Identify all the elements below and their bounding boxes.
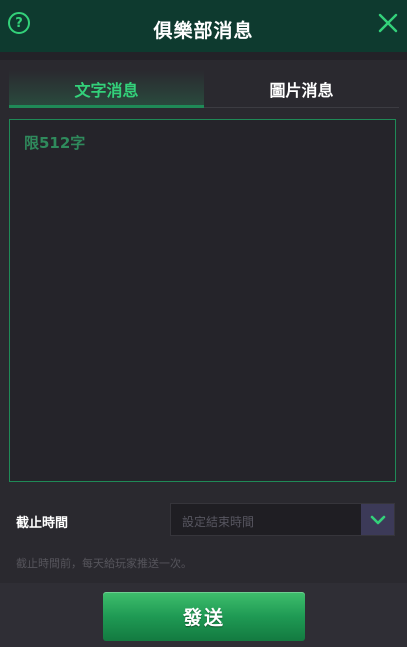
message-textarea[interactable]: 限512字 — [9, 119, 396, 482]
tab-image-message[interactable]: 圖片消息 — [204, 70, 399, 107]
deadline-select[interactable]: 設定結束時間 — [170, 503, 395, 536]
deadline-placeholder: 設定結束時間 — [182, 515, 255, 529]
page-title: 俱樂部消息 — [153, 20, 254, 42]
chevron-down-icon — [370, 515, 385, 524]
message-placeholder: 限512字 — [24, 134, 86, 152]
close-icon[interactable] — [377, 12, 399, 34]
tab-text-message[interactable]: 文字消息 — [9, 70, 204, 108]
send-button[interactable]: 發送 — [103, 592, 305, 641]
deadline-label: 截止時間 — [16, 516, 69, 531]
deadline-hint: 截止時間前，每天給玩家推送一次。 — [16, 557, 192, 570]
tab-bar: 文字消息 圖片消息 — [9, 70, 399, 108]
dropdown-button[interactable] — [361, 504, 394, 535]
